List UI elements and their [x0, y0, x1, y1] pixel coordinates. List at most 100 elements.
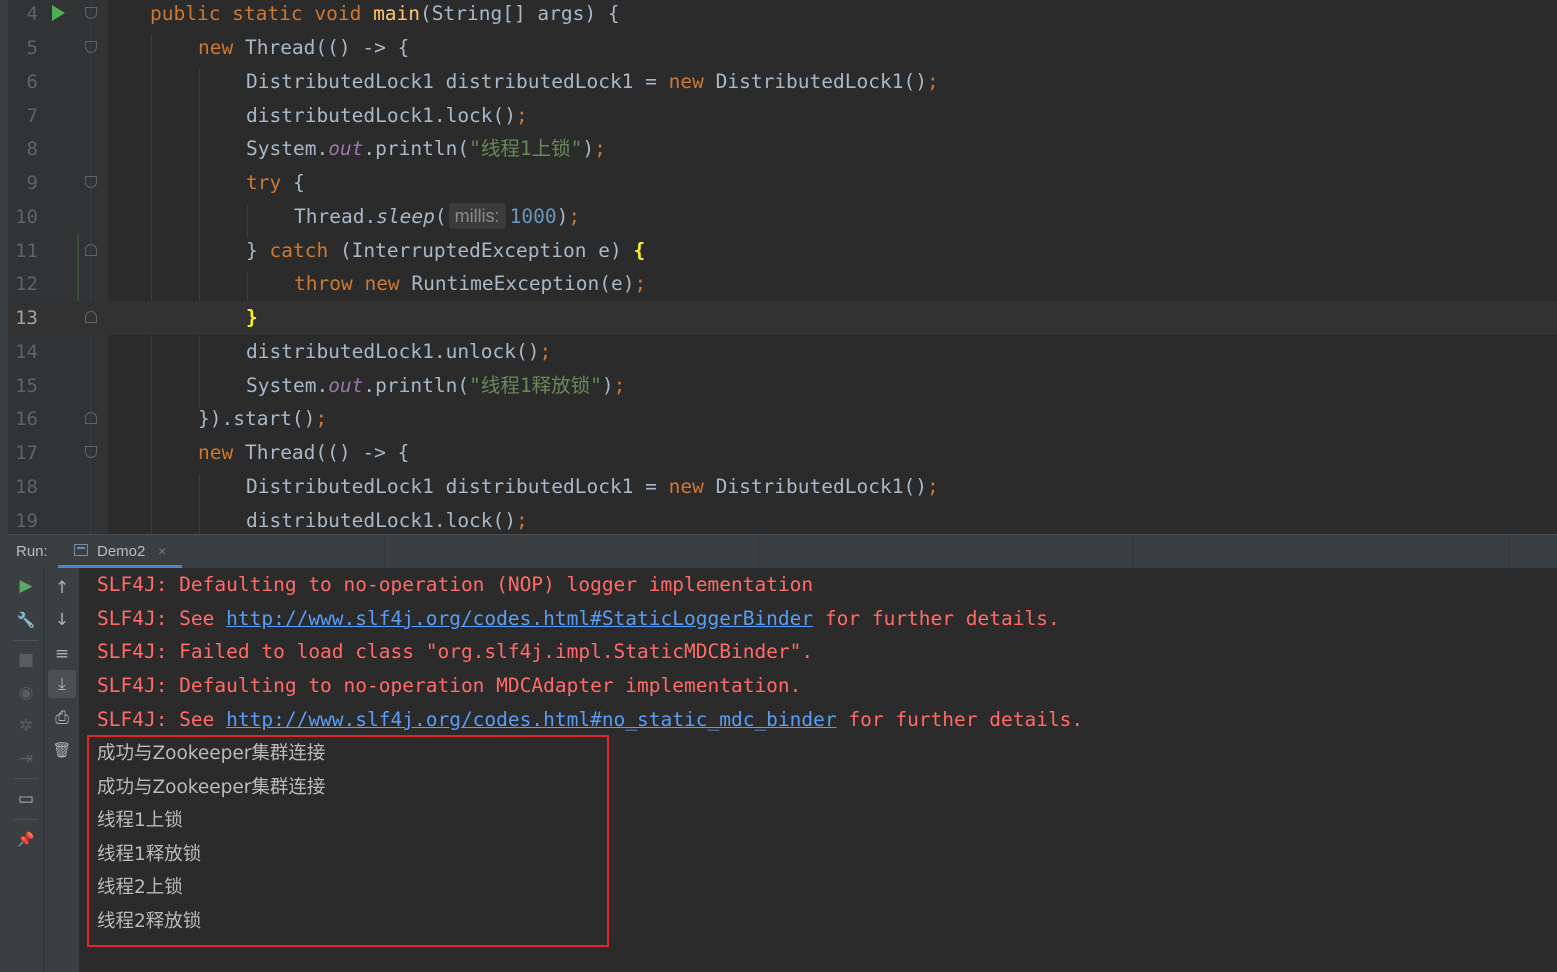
fold-marker-icon[interactable]	[85, 446, 97, 458]
code-line: 14 distributedLock1.unlock();	[8, 335, 1557, 369]
pin-icon[interactable]: 📌	[12, 826, 40, 854]
line-number: 9	[26, 172, 38, 194]
code-token: ;	[613, 374, 626, 397]
code-line: 18 DistributedLock1 distributedLock1 = n…	[8, 470, 1557, 504]
code-token: )	[582, 137, 595, 160]
fold-marker-icon[interactable]	[85, 311, 97, 323]
toolbar-divider	[14, 640, 38, 641]
header-divider	[1508, 535, 1509, 568]
layout-icon[interactable]: ▭	[12, 785, 40, 813]
scroll-to-end-icon[interactable]: ⤓	[48, 670, 76, 698]
code-token: DistributedLock1()	[715, 70, 927, 93]
trash-icon[interactable]: 🗑	[48, 736, 76, 764]
code-token: distributedLock1.lock()	[246, 104, 517, 127]
code-token: }	[246, 239, 270, 262]
header-divider	[384, 535, 385, 568]
rerun-icon[interactable]: ▶	[12, 572, 40, 600]
code-text: DistributedLock1 distributedLock1 = new …	[246, 65, 939, 99]
header-divider	[1133, 535, 1134, 568]
fold-marker-icon[interactable]	[85, 41, 97, 53]
annotation-highlight-box	[87, 735, 609, 947]
line-number: 6	[26, 71, 38, 93]
code-line: 12 throw new RuntimeException(e);	[8, 267, 1557, 301]
up-arrow-icon[interactable]: ↑	[48, 574, 76, 602]
code-token: .println(	[363, 374, 470, 397]
code-line: 19 distributedLock1.lock();	[8, 504, 1557, 534]
code-token: sleep	[376, 205, 435, 228]
run-panel-label: Run:	[16, 543, 48, 560]
code-text: System.out.println("线程1上锁");	[246, 132, 606, 166]
down-arrow-icon[interactable]: ↓	[48, 606, 76, 634]
close-icon[interactable]: ×	[158, 535, 166, 568]
header-divider	[758, 535, 759, 568]
code-token: distributedLock1.lock()	[246, 509, 517, 532]
code-text: distributedLock1.lock();	[246, 504, 528, 534]
code-editor[interactable]: 4 public static void main(String[] args)…	[8, 0, 1557, 534]
matched-brace: }	[246, 306, 258, 329]
parameter-hint: millis:	[448, 203, 506, 229]
exit-icon[interactable]: ⇥	[12, 745, 40, 773]
code-token: distributedLock1.unlock()	[246, 340, 540, 363]
camera-icon[interactable]: ◉	[12, 679, 40, 707]
code-token: (String[] args) {	[420, 2, 620, 25]
console-link[interactable]: http://www.slf4j.org/codes.html#StaticLo…	[226, 607, 813, 630]
run-tab-label: Demo2	[97, 543, 146, 560]
line-number: 14	[15, 341, 38, 363]
settings-icon[interactable]: ✲	[12, 712, 40, 740]
code-token: new	[198, 441, 245, 464]
code-text: distributedLock1.unlock();	[246, 335, 551, 369]
console-text: for further details.	[813, 607, 1060, 630]
code-token: DistributedLock1()	[715, 475, 927, 498]
line-number: 12	[15, 273, 38, 295]
run-tab-demo2[interactable]: Demo2 ×	[58, 535, 182, 568]
code-line: 10 Thread.sleep(millis: 1000);	[8, 200, 1557, 234]
code-line: 8 System.out.println("线程1上锁");	[8, 132, 1557, 166]
print-icon[interactable]: ⎙	[48, 704, 76, 732]
code-text: DistributedLock1 distributedLock1 = new …	[246, 470, 939, 504]
code-token: Thread(() -> {	[244, 36, 410, 59]
line-number: 10	[15, 206, 38, 228]
console-text: SLF4J: See	[97, 607, 227, 630]
console-icon	[74, 544, 88, 556]
code-token: DistributedLock1 distributedLock1 =	[246, 70, 669, 93]
code-line: 5 new Thread(() -> {	[8, 31, 1557, 65]
run-toolbar-secondary: ↑ ↓ ≡ ⤓ ⎙ 🗑	[44, 568, 80, 972]
console-text: SLF4J: See	[97, 708, 227, 731]
code-token: new	[668, 475, 716, 498]
code-text: } catch (InterruptedException e) {	[246, 234, 645, 268]
code-line: 16 }).start();	[8, 402, 1557, 436]
code-line: 6 DistributedLock1 distributedLock1 = ne…	[8, 65, 1557, 99]
line-number: 7	[26, 105, 38, 127]
code-token: .println(	[363, 137, 470, 160]
code-text: new Thread(() -> {	[198, 31, 409, 65]
code-token: main	[373, 2, 421, 25]
code-text: Thread.sleep(millis: 1000);	[294, 200, 580, 234]
fold-marker-icon[interactable]	[85, 412, 97, 424]
code-token: ;	[634, 272, 647, 295]
code-token: out	[328, 374, 364, 397]
console-line-error: SLF4J: Defaulting to no-operation MDCAda…	[97, 669, 801, 703]
console-text: SLF4J: Failed to load class "org.slf4j.i…	[97, 640, 814, 663]
line-number: 8	[26, 138, 38, 160]
wrench-icon[interactable]: 🔧	[12, 606, 40, 634]
line-number: 11	[15, 240, 38, 262]
console-output[interactable]: SLF4J: Defaulting to no-operation (NOP) …	[80, 568, 1557, 972]
stop-icon[interactable]: ■	[12, 646, 40, 674]
fold-marker-icon[interactable]	[85, 244, 97, 256]
code-token: RuntimeException(e)	[411, 272, 635, 295]
run-gutter-icon[interactable]	[52, 5, 65, 21]
code-token: try	[246, 171, 293, 194]
console-link[interactable]: http://www.slf4j.org/codes.html#no_stati…	[226, 708, 836, 731]
code-token: ;	[926, 475, 939, 498]
toolbar-divider	[14, 819, 38, 820]
soft-wrap-icon[interactable]: ≡	[48, 640, 76, 668]
code-text: public static void main(String[] args) {	[150, 0, 620, 31]
code-token: System.	[246, 374, 329, 397]
fold-marker-icon[interactable]	[85, 7, 97, 19]
line-number: 13	[15, 307, 38, 329]
code-text: try {	[246, 166, 305, 200]
code-line-current: 13 }	[8, 301, 1557, 335]
fold-marker-icon[interactable]	[85, 176, 97, 188]
code-token: ;	[516, 104, 528, 127]
line-number: 16	[15, 408, 38, 430]
